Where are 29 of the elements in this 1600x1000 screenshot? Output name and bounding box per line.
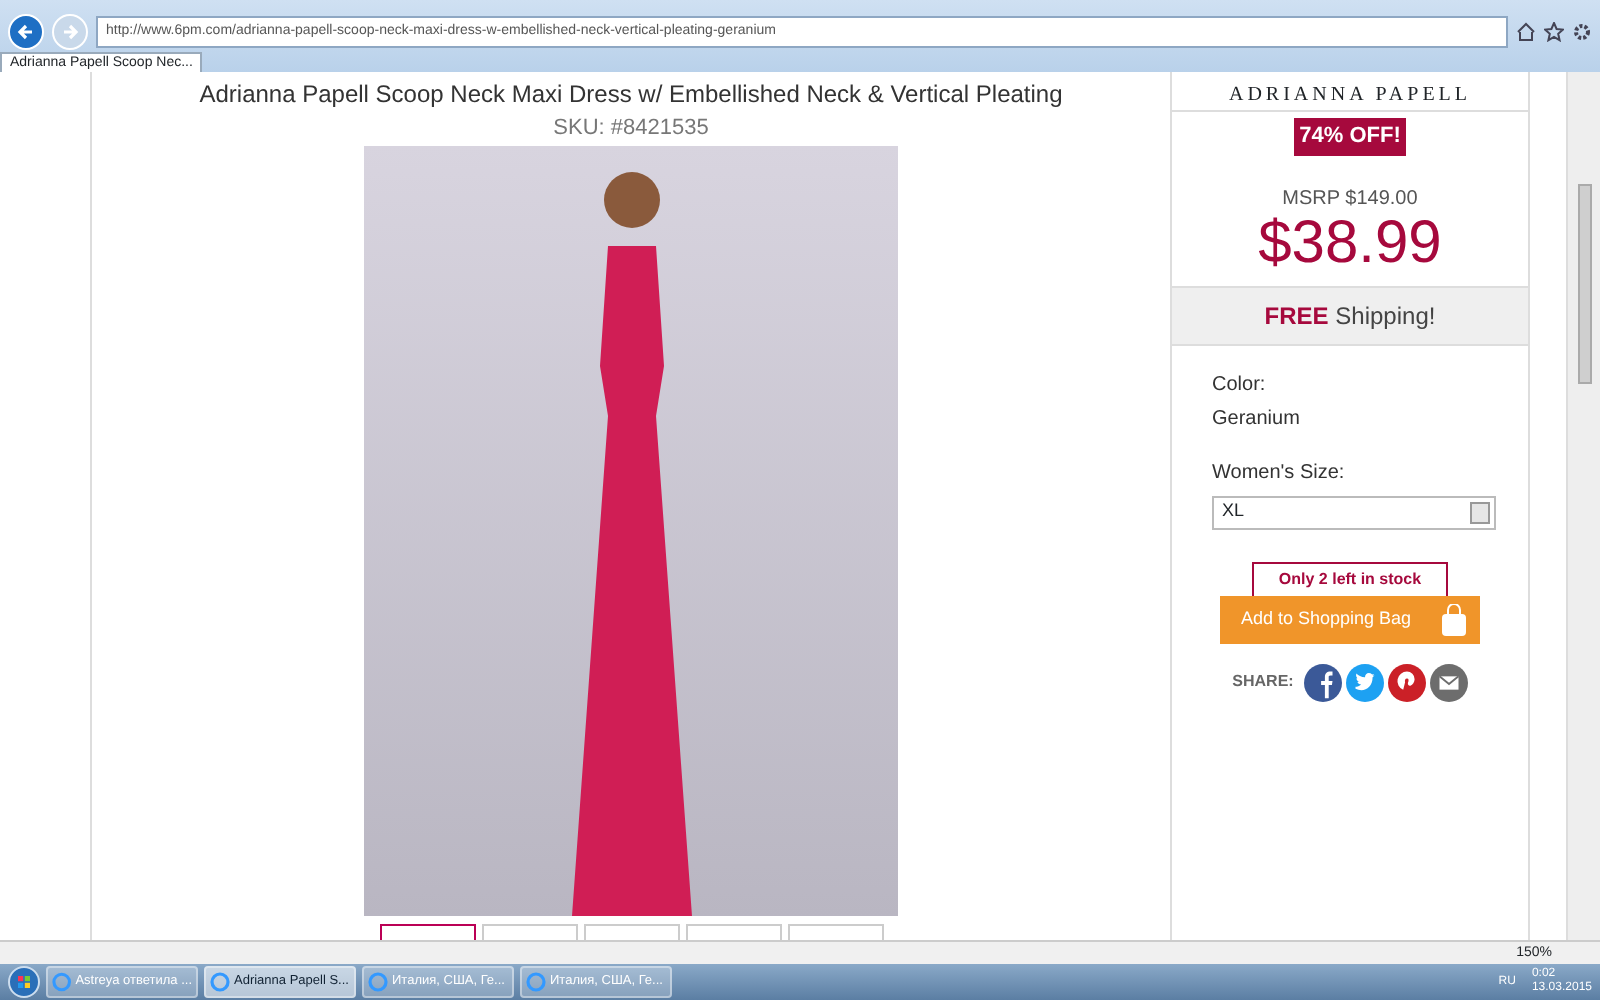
browser-icon [368, 972, 388, 992]
twitter-icon[interactable] [1345, 663, 1384, 701]
add-to-bag-button[interactable]: Add to Shopping Bag [1220, 595, 1480, 643]
browser-icon [210, 972, 230, 992]
discount-badge: 74% OFF! [1293, 118, 1407, 155]
scrollbar-thumb[interactable] [1577, 184, 1591, 384]
size-label: Women's Size: [1210, 459, 1347, 487]
shopping-bag-icon [1439, 603, 1468, 635]
product-sku: SKU: #8421535 [553, 114, 709, 144]
color-label: Color: [1210, 371, 1268, 399]
dropdown-value: XL [1222, 498, 1245, 525]
browser-icon [526, 972, 546, 992]
caret-icon[interactable] [1470, 501, 1490, 523]
browser-icon [52, 972, 72, 992]
brand-logo: ADRIANNA PAPELL [1172, 72, 1528, 112]
free-label: FREE [1264, 301, 1329, 329]
pinterest-icon[interactable] [1387, 663, 1426, 701]
product-title: Adrianna Papell Scoop Neck Maxi Dress w/ Embellished Neck & Vertical Pleating [199, 78, 1063, 112]
scrollbar[interactable] [1566, 72, 1600, 940]
share-label: SHARE: [1232, 670, 1294, 694]
size-dropdown[interactable]: XL [1212, 495, 1496, 529]
back-arrow-icon[interactable] [16, 22, 36, 42]
color-value: Geranium [1210, 405, 1302, 433]
msrp-price: MSRP $149.00 [1280, 185, 1420, 213]
back-button[interactable] [8, 14, 44, 50]
email-icon[interactable] [1429, 663, 1468, 701]
sale-price: $38.99 [1256, 213, 1444, 273]
facebook-icon[interactable] [1303, 663, 1342, 701]
shipping-label: Shipping! [1335, 301, 1436, 329]
